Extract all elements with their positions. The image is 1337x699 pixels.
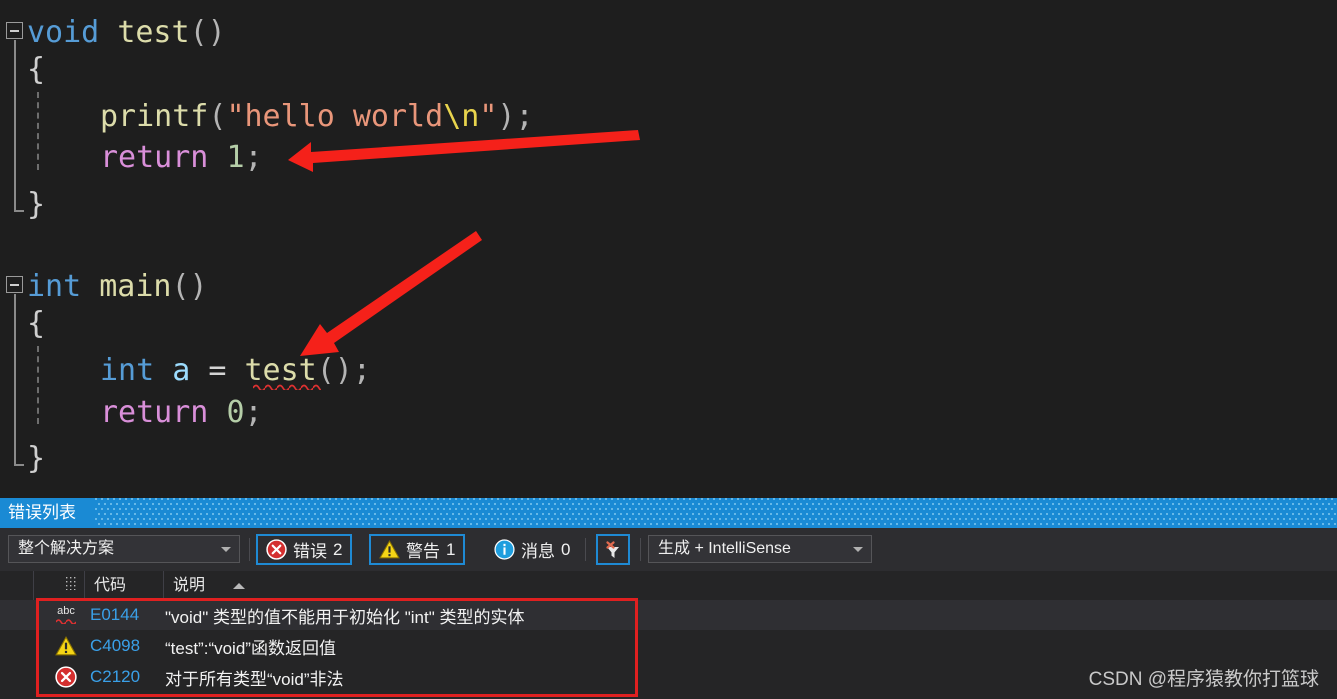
toolbar-separator-2 xyxy=(585,538,586,561)
title-bar-grip xyxy=(95,498,1337,528)
token-parens-main: () xyxy=(171,269,208,304)
token-semicolon-2: ; xyxy=(244,140,263,175)
column-header-spacer xyxy=(33,571,84,600)
row-severity-icon-0: abc xyxy=(54,603,78,627)
code-line-4: return 1; xyxy=(100,133,263,183)
column-header-description[interactable]: 说明 xyxy=(163,571,1337,600)
source-combo[interactable]: 生成 + IntelliSense xyxy=(648,535,872,563)
token-quote-close: " xyxy=(479,99,498,134)
code-line-5: } xyxy=(27,180,45,230)
token-brace-close: } xyxy=(27,187,46,222)
abc-icon-squiggle xyxy=(56,618,76,624)
code-line-7: int main() xyxy=(27,262,208,312)
token-operator-assign: = xyxy=(208,353,227,388)
block-guide-main-foot xyxy=(14,464,24,466)
toolbar-separator-3 xyxy=(640,538,641,561)
token-function-main: main xyxy=(99,269,172,304)
token-parens-call: () xyxy=(316,353,353,388)
filter-errors-count: 2 xyxy=(333,539,343,559)
token-brace-close-main: } xyxy=(27,441,46,476)
scope-combo[interactable]: 整个解决方案 xyxy=(8,535,240,563)
code-line-2: { xyxy=(27,45,45,95)
csdn-watermark: CSDN @程序猿教你打篮球 xyxy=(1088,669,1319,690)
error-circle-icon xyxy=(266,539,287,560)
token-keyword-return: return xyxy=(100,140,209,175)
error-squiggle-test-call xyxy=(253,383,321,390)
token-brace-open-main: { xyxy=(27,306,46,341)
error-circle-icon xyxy=(55,666,77,688)
block-guide-main xyxy=(14,294,16,466)
column-header-code[interactable]: 代码 xyxy=(84,571,163,600)
token-escape-newline: \n xyxy=(443,99,480,134)
collapse-toggle-test[interactable] xyxy=(6,22,23,39)
row-severity-icon-1 xyxy=(54,634,78,658)
table-row[interactable]: C4098 “test”:“void”函数返回值 xyxy=(0,631,1337,661)
abc-icon-text: abc xyxy=(57,605,75,617)
code-line-11: } xyxy=(27,434,45,484)
filter-warnings-label: 警告 xyxy=(406,542,440,561)
token-keyword-return-2: return xyxy=(100,395,209,430)
error-list-title: 错误列表 xyxy=(8,503,76,522)
filter-messages-button[interactable]: 消息 0 xyxy=(484,534,580,565)
code-line-8: { xyxy=(27,299,45,349)
filter-messages-count: 0 xyxy=(561,539,571,559)
token-brace-open: { xyxy=(27,52,46,87)
indent-guide-main xyxy=(37,346,39,424)
code-editor[interactable]: void test() { printf("hello world\n"); r… xyxy=(0,0,1337,498)
clear-filter-button[interactable] xyxy=(596,534,630,565)
filter-warnings-count: 1 xyxy=(446,539,456,559)
collapse-toggle-main[interactable] xyxy=(6,276,23,293)
block-guide-test-foot xyxy=(14,210,24,212)
error-list-panel: 错误列表 整个解决方案 错误 2 警告 1 消息 0 生成 + IntelliS… xyxy=(0,498,1337,699)
info-circle-icon xyxy=(494,539,515,560)
token-variable-a: a xyxy=(172,353,191,388)
clear-filter-icon xyxy=(606,540,619,558)
token-function-test: test xyxy=(117,15,190,50)
visual-studio-window: void test() { printf("hello world\n"); r… xyxy=(0,0,1337,699)
row-description-0: "void" 类型的值不能用于初始化 "int" 类型的实体 xyxy=(165,607,525,627)
token-paren-left: ( xyxy=(208,99,227,134)
row-code-0[interactable]: E0144 xyxy=(90,605,139,625)
token-semicolon-4: ; xyxy=(244,395,263,430)
filter-warnings-button[interactable]: 警告 1 xyxy=(369,534,466,565)
token-number-0: 0 xyxy=(226,395,245,430)
filter-messages-label: 消息 xyxy=(521,542,555,561)
indent-guide-test xyxy=(37,92,39,170)
table-row[interactable]: abc E0144 "void" 类型的值不能用于初始化 "int" 类型的实体 xyxy=(0,600,1337,630)
token-semicolon: ; xyxy=(515,99,534,134)
error-list-toolbar: 整个解决方案 错误 2 警告 1 消息 0 生成 + IntelliSense xyxy=(0,528,1337,572)
chevron-down-icon xyxy=(221,547,231,552)
filter-errors-button[interactable]: 错误 2 xyxy=(256,534,353,565)
row-description-2: 对于所有类型“void”非法 xyxy=(165,669,344,689)
token-parens: () xyxy=(189,15,226,50)
token-semicolon-3: ; xyxy=(352,353,371,388)
sort-ascending-icon xyxy=(233,583,245,589)
chevron-down-icon-2 xyxy=(853,547,863,552)
token-number-1: 1 xyxy=(226,140,245,175)
token-keyword-int-2: int xyxy=(100,353,155,388)
toolbar-separator-1 xyxy=(249,538,250,561)
block-guide-test xyxy=(14,40,16,212)
row-description-1: “test”:“void”函数返回值 xyxy=(165,638,336,658)
source-combo-value: 生成 + IntelliSense xyxy=(658,540,791,557)
scope-combo-value: 整个解决方案 xyxy=(18,540,115,557)
row-code-2[interactable]: C2120 xyxy=(90,667,140,687)
error-list-title-bar[interactable]: 错误列表 xyxy=(0,498,1337,528)
token-string-hello: "hello world xyxy=(226,99,444,134)
row-code-1[interactable]: C4098 xyxy=(90,636,140,656)
code-line-10: return 0; xyxy=(100,388,263,438)
intellisense-squiggle-icon: abc xyxy=(54,605,78,625)
warning-triangle-icon xyxy=(55,636,77,656)
filter-errors-label: 错误 xyxy=(293,542,327,561)
error-list-column-headers: 代码 说明 xyxy=(0,571,1337,601)
token-function-printf: printf xyxy=(100,99,209,134)
code-line-1: void test() xyxy=(27,8,226,58)
token-paren-right: ) xyxy=(497,99,516,134)
row-severity-icon-2 xyxy=(54,665,78,689)
warning-triangle-icon xyxy=(379,540,400,559)
